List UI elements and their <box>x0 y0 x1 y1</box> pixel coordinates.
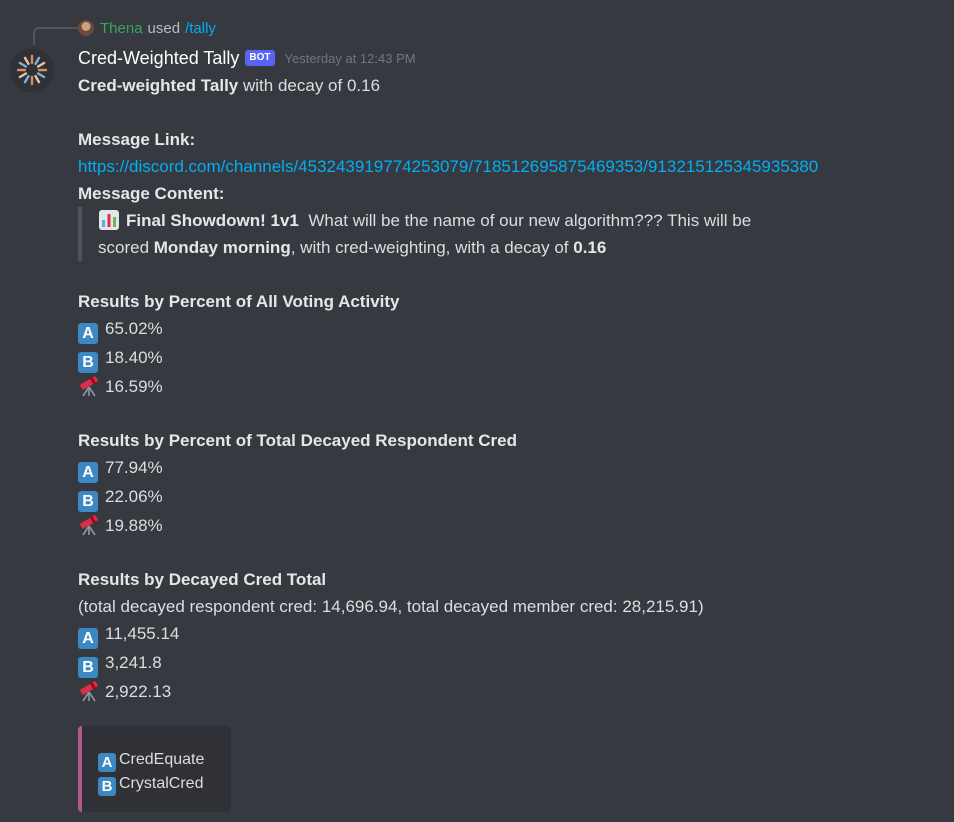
reply-username[interactable]: Thena <box>100 20 143 37</box>
regional-b-icon: B <box>78 491 98 512</box>
result-value: 18.40% <box>105 348 163 367</box>
result-value: 11,455.14 <box>105 624 180 643</box>
result-value: 2,922.13 <box>105 682 172 701</box>
result-value: 77.94% <box>105 458 163 477</box>
options-embed: A CredEquate B CrystalCred <box>78 726 231 812</box>
quote-text-mid: , with cred-weighting, with a decay of <box>290 238 569 257</box>
quote-bold-decay: 0.16 <box>573 238 607 257</box>
quote-title: Final Showdown! 1v1 <box>126 211 299 230</box>
result-row: B 18.40% <box>78 344 938 373</box>
quote-line-2: scored Monday morning, with cred-weighti… <box>98 234 938 261</box>
result-row: A 77.94% <box>78 454 938 483</box>
embed-option-label: CredEquate <box>119 751 205 768</box>
intro-title: Cred-weighted Tally <box>78 76 239 95</box>
content-label: Message Content: <box>78 184 225 203</box>
section-title: Results by Percent of All Voting Activit… <box>78 292 400 311</box>
sunburst-icon <box>11 49 53 91</box>
result-value: 16.59% <box>105 377 163 396</box>
result-value: 19.88% <box>105 516 163 535</box>
telescope-icon <box>80 376 98 397</box>
message-header: Cred-Weighted Tally BOT Yesterday at 12:… <box>78 46 416 70</box>
quote-line-1-text: What will be the name of our new algorit… <box>308 211 752 230</box>
bot-tag: BOT <box>245 50 275 66</box>
message-content: Cred-weighted Tally with decay of 0.16 M… <box>78 72 938 705</box>
regional-a-icon: A <box>78 628 98 649</box>
result-value: 65.02% <box>105 319 163 338</box>
reply-avatar[interactable] <box>78 20 94 36</box>
result-row: 2,922.13 <box>78 678 938 705</box>
result-row: B 3,241.8 <box>78 649 938 678</box>
reply-reference[interactable]: Thena used /tally <box>78 17 216 39</box>
result-row: A 65.02% <box>78 315 938 344</box>
chart-icon <box>99 210 119 230</box>
result-row: B 22.06% <box>78 483 938 512</box>
regional-b-icon: B <box>78 657 98 678</box>
telescope-icon <box>80 681 98 702</box>
quote-bold-day: Monday morning <box>153 238 291 257</box>
section-title: Results by Decayed Cred Total <box>78 570 327 589</box>
quoted-content: Final Showdown! 1v1 What will be the nam… <box>78 207 938 261</box>
message-link[interactable]: https://discord.com/channels/45324391977… <box>78 153 938 180</box>
intro-line: Cred-weighted Tally with decay of 0.16 <box>78 72 938 99</box>
regional-a-icon: A <box>78 323 98 344</box>
result-row: A 11,455.14 <box>78 620 938 649</box>
section-title: Results by Percent of Total Decayed Resp… <box>78 431 517 450</box>
embed-option-b: B CrystalCred <box>98 772 231 796</box>
embed-option-label: CrystalCred <box>119 775 204 792</box>
intro-rest: with decay of 0.16 <box>243 76 381 95</box>
message-timestamp[interactable]: Yesterday at 12:43 PM <box>285 51 416 66</box>
regional-a-icon: A <box>98 753 116 772</box>
result-row: 16.59% <box>78 373 938 400</box>
author-name[interactable]: Cred-Weighted Tally <box>78 48 239 69</box>
embed-option-a: A CredEquate <box>98 748 231 772</box>
reply-command[interactable]: /tally <box>185 20 216 37</box>
reply-verb: used <box>147 19 181 37</box>
reply-connector <box>33 27 79 45</box>
quote-line-1: Final Showdown! 1v1 What will be the nam… <box>98 207 938 234</box>
regional-b-icon: B <box>98 777 116 796</box>
avatar[interactable] <box>10 48 54 92</box>
result-row: 19.88% <box>78 512 938 539</box>
regional-a-icon: A <box>78 462 98 483</box>
section-subtitle: (total decayed respondent cred: 14,696.9… <box>78 597 704 616</box>
result-value: 3,241.8 <box>105 653 162 672</box>
link-label: Message Link: <box>78 130 196 149</box>
quote-text-pre: scored <box>98 238 150 257</box>
result-value: 22.06% <box>105 487 163 506</box>
telescope-icon <box>80 515 98 536</box>
regional-b-icon: B <box>78 352 98 373</box>
